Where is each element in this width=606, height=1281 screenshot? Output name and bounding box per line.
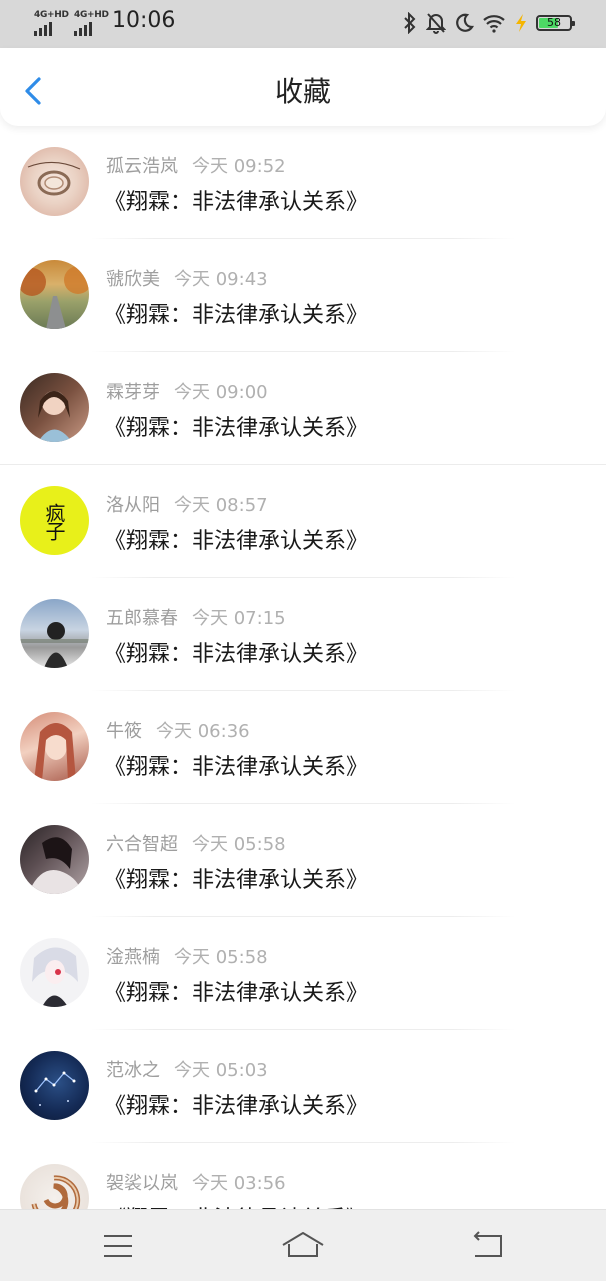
favorite-item[interactable]: 六合智超 今天 05:58 《翔霖：非法律承认关系》	[0, 804, 606, 917]
avatar	[20, 1051, 89, 1120]
favorite-title: 《翔霖：非法律承认关系》	[104, 981, 369, 1006]
user-name: 袈裟以岚	[106, 1173, 178, 1194]
favorite-item[interactable]: 五郎慕春 今天 07:15 《翔霖：非法律承认关系》	[0, 578, 606, 691]
favorite-item[interactable]: 范冰之 今天 05:03 《翔霖：非法律承认关系》	[0, 1030, 606, 1143]
favorite-title: 《翔霖：非法律承认关系》	[104, 1094, 369, 1119]
favorite-item[interactable]: 袈裟以岚今天 03:56 《翔霖：非法律承认关系》	[0, 1143, 606, 1209]
user-name: 洛从阳	[106, 495, 160, 516]
timestamp: 今天 09:43	[174, 269, 268, 290]
favorite-item[interactable]: 霖芽芽 今天 09:00 《翔霖：非法律承认关系》	[0, 352, 606, 465]
timestamp: 今天 03:56	[192, 1173, 286, 1194]
user-name: 淦燕楠	[106, 947, 160, 968]
mute-bell-icon	[426, 13, 446, 34]
favorite-title: 《翔霖：非法律承认关系》	[104, 190, 369, 215]
avatar	[20, 938, 89, 1007]
home-button[interactable]	[273, 1224, 333, 1268]
favorite-item[interactable]: 淦燕楠 今天 05:58 《翔霖：非法律承认关系》	[0, 917, 606, 1030]
user-name: 孤云浩岚	[106, 156, 178, 177]
battery-icon: 58	[536, 15, 575, 31]
favorite-title: 《翔霖：非法律承认关系》	[104, 642, 369, 667]
timestamp: 今天 06:36	[156, 721, 250, 742]
favorite-title: 《翔霖：非法律承认关系》	[104, 529, 369, 554]
avatar	[20, 599, 89, 668]
timestamp: 今天 05:03	[174, 1060, 268, 1081]
favorite-title: 《翔霖：非法律承认关系》	[104, 868, 369, 893]
timestamp: 今天 07:15	[192, 608, 286, 629]
menu-button[interactable]	[88, 1224, 148, 1268]
user-name: 牛筱	[106, 721, 142, 742]
timestamp: 今天 08:57	[174, 495, 268, 516]
favorite-title: 《翔霖：非法律承认关系》	[104, 1201, 368, 1209]
avatar	[20, 260, 89, 329]
moon-icon	[456, 13, 474, 32]
battery-level: 58	[547, 16, 561, 29]
avatar: 疯子	[20, 486, 89, 555]
signal-label: 4G+HD	[34, 10, 69, 20]
favorite-item[interactable]: 孤云浩岚 今天 09:52 《翔霖：非法律承认关系》	[0, 126, 606, 239]
timestamp: 今天 05:58	[192, 834, 286, 855]
timestamp: 今天 09:00	[174, 382, 268, 403]
user-name: 霖芽芽	[106, 382, 160, 403]
user-name: 六合智超	[106, 834, 178, 855]
avatar	[20, 712, 89, 781]
avatar	[20, 373, 89, 442]
user-name: 五郎慕春	[106, 608, 178, 629]
home-icon	[282, 1232, 324, 1257]
menu-icon	[104, 1235, 132, 1257]
favorite-title: 《翔霖：非法律承认关系》	[104, 755, 369, 780]
timestamp: 今天 09:52	[192, 156, 286, 177]
status-bar: 4G+HD 4G+HD 10:06 58	[0, 0, 606, 48]
back-nav-button[interactable]	[457, 1224, 517, 1268]
user-name: 虢欣美	[106, 269, 160, 290]
favorite-item[interactable]: 疯子 洛从阳 今天 08:57 《翔霖：非法律承认关系》	[0, 465, 606, 578]
page-title: 收藏	[274, 75, 331, 108]
user-name: 范冰之	[106, 1060, 160, 1081]
page-header: 收藏	[0, 48, 606, 126]
signal-label: 4G+HD	[74, 10, 109, 20]
wifi-icon	[483, 15, 505, 33]
bluetooth-icon	[404, 12, 416, 34]
back-icon	[473, 1231, 502, 1257]
favorite-title: 《翔霖：非法律承认关系》	[104, 416, 369, 441]
signal-icon: 4G+HD	[34, 10, 74, 36]
favorite-item[interactable]: 牛筱 今天 06:36 《翔霖：非法律承认关系》	[0, 691, 606, 804]
favorites-list: 孤云浩岚 今天 09:52 《翔霖：非法律承认关系》 虢欣美 今天 09:43 《翔…	[0, 126, 606, 1209]
signal-icon: 4G+HD	[74, 10, 114, 36]
charging-icon	[516, 14, 526, 32]
avatar-text: 疯子	[42, 502, 66, 539]
avatar	[20, 147, 89, 216]
system-nav-bar	[0, 1209, 606, 1281]
avatar	[20, 825, 89, 894]
favorite-title: 《翔霖：非法律承认关系》	[104, 303, 369, 328]
clock: 10:06	[112, 8, 176, 33]
avatar	[20, 1164, 89, 1209]
favorite-item[interactable]: 虢欣美 今天 09:43 《翔霖：非法律承认关系》	[0, 239, 606, 352]
timestamp: 今天 05:58	[174, 947, 268, 968]
